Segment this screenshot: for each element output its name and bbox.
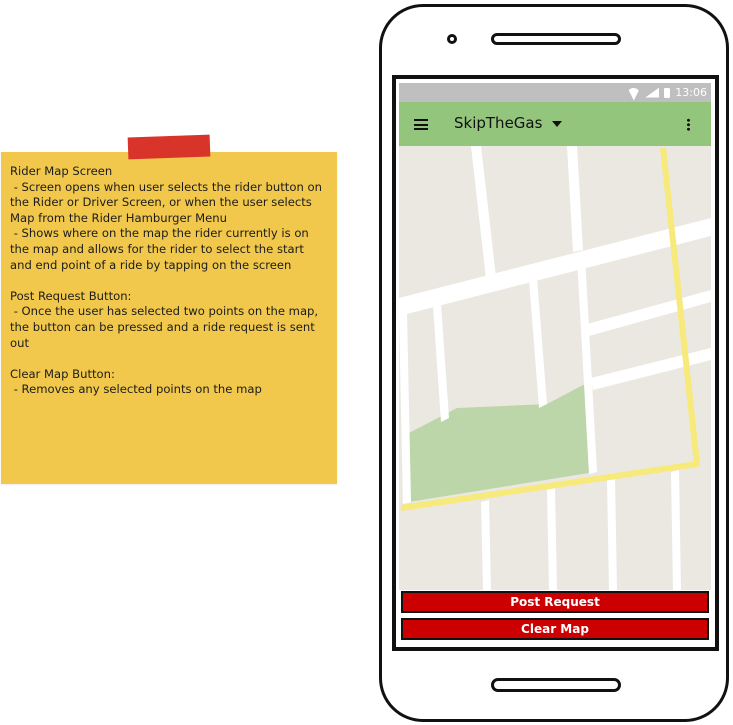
wifi-icon	[627, 88, 640, 98]
clear-map-button[interactable]: Clear Map	[401, 618, 709, 640]
hamburger-menu-icon[interactable]	[414, 119, 428, 130]
speaker-slot	[491, 33, 621, 45]
home-button[interactable]	[491, 678, 621, 692]
status-bar: 13:06	[399, 83, 711, 102]
camera-icon	[447, 34, 457, 44]
app-title[interactable]: SkipTheGas	[454, 114, 542, 132]
status-time: 13:06	[675, 86, 707, 99]
note-tape	[127, 134, 211, 160]
dropdown-arrow-icon[interactable]	[552, 121, 562, 127]
note-text: Rider Map Screen - Screen opens when use…	[10, 164, 322, 397]
overflow-menu-icon[interactable]	[687, 118, 690, 131]
battery-icon	[664, 87, 671, 98]
signal-icon	[645, 88, 659, 98]
post-request-button[interactable]: Post Request	[401, 591, 709, 613]
map-view[interactable]	[399, 146, 711, 590]
